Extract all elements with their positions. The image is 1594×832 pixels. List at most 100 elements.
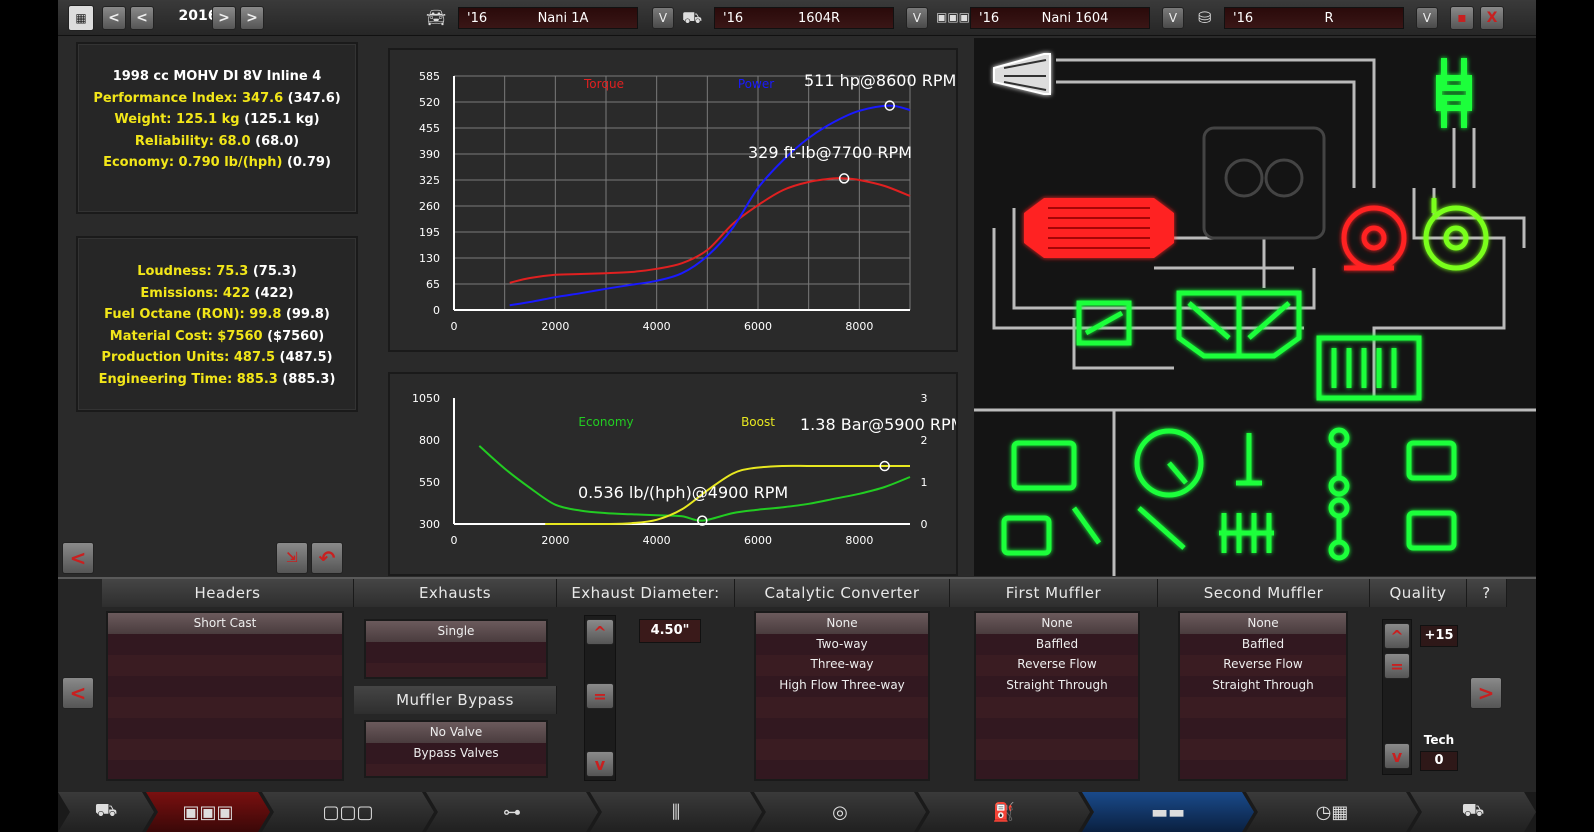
list-item[interactable]: None xyxy=(756,613,928,634)
stat-reliability: Reliability: 68.0 (68.0) xyxy=(134,133,300,149)
list-item[interactable]: No Valve xyxy=(366,722,546,743)
nav-car-icon[interactable]: ⛟ xyxy=(58,792,154,832)
engine-diagram xyxy=(974,38,1536,576)
diameter-slider-handle[interactable]: = xyxy=(586,683,614,709)
muffler-bypass-list: No Valve Bypass Valves xyxy=(364,720,548,778)
engine-variant-selector[interactable]: '16 R xyxy=(1224,7,1404,29)
list-item[interactable]: Bypass Valves xyxy=(366,743,546,764)
engine-block-icon: ▣▣▣ xyxy=(936,10,971,24)
model-year: '16 xyxy=(467,11,488,26)
engine-family-year: '16 xyxy=(979,11,1000,26)
trim-name: 1604R xyxy=(797,11,841,26)
nav-exhaust-icon[interactable]: ▬▬ xyxy=(1082,792,1254,832)
quality-slider-handle[interactable]: = xyxy=(1384,653,1410,679)
catalytic-converter-list: None Two-way Three-way High Flow Three-w… xyxy=(754,611,930,781)
engine-variant-dropdown-button[interactable]: V xyxy=(1416,7,1438,29)
trim-dropdown-button[interactable]: V xyxy=(906,7,928,29)
year-next-fast-button[interactable]: > xyxy=(240,6,264,30)
list-item[interactable]: Straight Through xyxy=(976,675,1138,696)
list-item[interactable]: Three-way xyxy=(756,654,928,675)
list-item[interactable]: Single xyxy=(366,621,546,642)
first-muffler-title: First Muffler xyxy=(950,579,1158,607)
year-next-button[interactable]: > xyxy=(212,6,236,30)
y-tick-label: 195 xyxy=(419,226,440,239)
nav-fuel-icon[interactable]: ⛽ xyxy=(918,792,1090,832)
engine-family-selector[interactable]: '16 Nani 1604 xyxy=(970,7,1150,29)
y-tick-label: 130 xyxy=(419,252,440,265)
y-tick-label: 520 xyxy=(419,96,440,109)
list-item[interactable]: Reverse Flow xyxy=(1180,654,1346,675)
help-button[interactable]: ? xyxy=(1467,579,1507,607)
nav-engine-family-icon[interactable]: ▣▣▣ xyxy=(146,792,270,832)
undo-icon[interactable]: ↶ xyxy=(311,542,343,574)
trim-selector[interactable]: '16 1604R xyxy=(714,7,894,29)
model-selector[interactable]: '16 Nani 1A xyxy=(458,7,638,29)
legend-boost: Boost xyxy=(741,415,775,429)
list-item[interactable]: Straight Through xyxy=(1180,675,1346,696)
engine-family-name: Nani 1604 xyxy=(1041,11,1109,26)
y-tick-label: 65 xyxy=(426,278,440,291)
diameter-down-button[interactable]: v xyxy=(586,751,614,777)
list-item[interactable]: None xyxy=(1180,613,1346,634)
series-line-power xyxy=(509,104,911,307)
list-item[interactable]: Reverse Flow xyxy=(976,654,1138,675)
muffler-bypass-title: Muffler Bypass xyxy=(354,686,557,714)
quality-down-button[interactable]: v xyxy=(1384,743,1410,769)
nav-turbo-icon[interactable]: ◎ xyxy=(754,792,926,832)
engine-family-dropdown-button[interactable]: V xyxy=(1162,7,1184,29)
engine-description: 1998 cc MOHV DI 8V Inline 4 xyxy=(112,69,322,84)
reset-part-icon[interactable]: ⇲ xyxy=(276,542,308,574)
back-button[interactable]: < xyxy=(62,542,94,574)
nav-crank-icon[interactable]: ⊶ xyxy=(426,792,598,832)
x-tick-label: 0 xyxy=(451,534,458,547)
stat-fuel-octane: Fuel Octane (RON): 99.8 (99.8) xyxy=(104,307,330,322)
calendar-icon[interactable]: ▦ xyxy=(68,5,94,31)
list-item[interactable]: Short Cast xyxy=(108,613,342,634)
list-item[interactable]: High Flow Three-way xyxy=(756,675,928,696)
nav-valvetrain-icon[interactable]: ⫼ xyxy=(590,792,762,832)
quality-value: +15 xyxy=(1420,625,1458,647)
nav-export-icon[interactable]: ⛟ xyxy=(1410,792,1536,832)
list-item[interactable]: Two-way xyxy=(756,634,928,655)
engine-schematic-svg xyxy=(974,38,1536,576)
legend-power: Power xyxy=(738,77,774,91)
legend-economy: Economy xyxy=(578,415,633,429)
stat-performance-index: Performance Index: 347.6 (347.6) xyxy=(93,90,341,106)
list-item[interactable]: Baffled xyxy=(976,634,1138,655)
y-right-tick-label: 1 xyxy=(921,476,928,489)
quality-up-button[interactable]: ^ xyxy=(1384,623,1410,649)
close-button[interactable]: X xyxy=(1480,6,1504,30)
second-muffler-title: Second Muffler xyxy=(1158,579,1370,607)
design-nav-bar: ⛟ ▣▣▣ ▢▢▢ ⊶ ⫼ ◎ ⛽ ▬▬ ◷▦ ⛟ xyxy=(58,792,1536,832)
stat-loudness: Loudness: 75.3 (75.3) xyxy=(137,264,297,279)
stat-material-cost: Material Cost: $7560 ($7560) xyxy=(109,328,325,344)
y-tick-label: 455 xyxy=(419,122,440,135)
economy-boost-chart: 300 550 800 1050 0 1 2 3 0 2000 4000 6000 8000 Econom… xyxy=(388,372,964,576)
y-right-tick-label: 2 xyxy=(921,434,928,447)
legend-torque: Torque xyxy=(583,77,624,91)
model-dropdown-button[interactable]: V xyxy=(652,7,674,29)
y-left-tick-label: 1050 xyxy=(412,392,440,405)
nav-tuning-icon[interactable]: ◷▦ xyxy=(1246,792,1418,832)
list-item[interactable]: Baffled xyxy=(1180,634,1346,655)
year-prev-fast-button[interactable]: < xyxy=(102,6,126,30)
y-right-tick-label: 0 xyxy=(921,518,928,531)
nav-block-icon[interactable]: ▢▢▢ xyxy=(262,792,434,832)
piston-icon: ⛁︎ xyxy=(1198,8,1212,27)
engine-variant-name: R xyxy=(1324,11,1334,26)
stat-emissions: Emissions: 422 (422) xyxy=(140,285,294,301)
diameter-up-button[interactable]: ^ xyxy=(586,619,614,645)
peak-torque-annotation: 329 ft-lb@7700 RPM xyxy=(748,143,912,162)
save-icon[interactable]: ▪ xyxy=(1450,6,1474,30)
year-prev-button[interactable]: < xyxy=(130,6,154,30)
x-tick-label: 2000 xyxy=(541,534,569,547)
next-page-button[interactable]: > xyxy=(1470,677,1502,709)
peak-boost-annotation: 1.38 Bar@5900 RPM xyxy=(800,415,956,434)
prev-page-button[interactable]: < xyxy=(62,677,94,709)
trim-year: '16 xyxy=(723,11,744,26)
y-tick-label: 585 xyxy=(419,70,440,83)
list-item[interactable]: None xyxy=(976,613,1138,634)
x-tick-label: 4000 xyxy=(643,534,671,547)
y-tick-label: 390 xyxy=(419,148,440,161)
production-stats-panel: Loudness: 75.3 (75.3) Emissions: 422 (42… xyxy=(76,236,358,412)
